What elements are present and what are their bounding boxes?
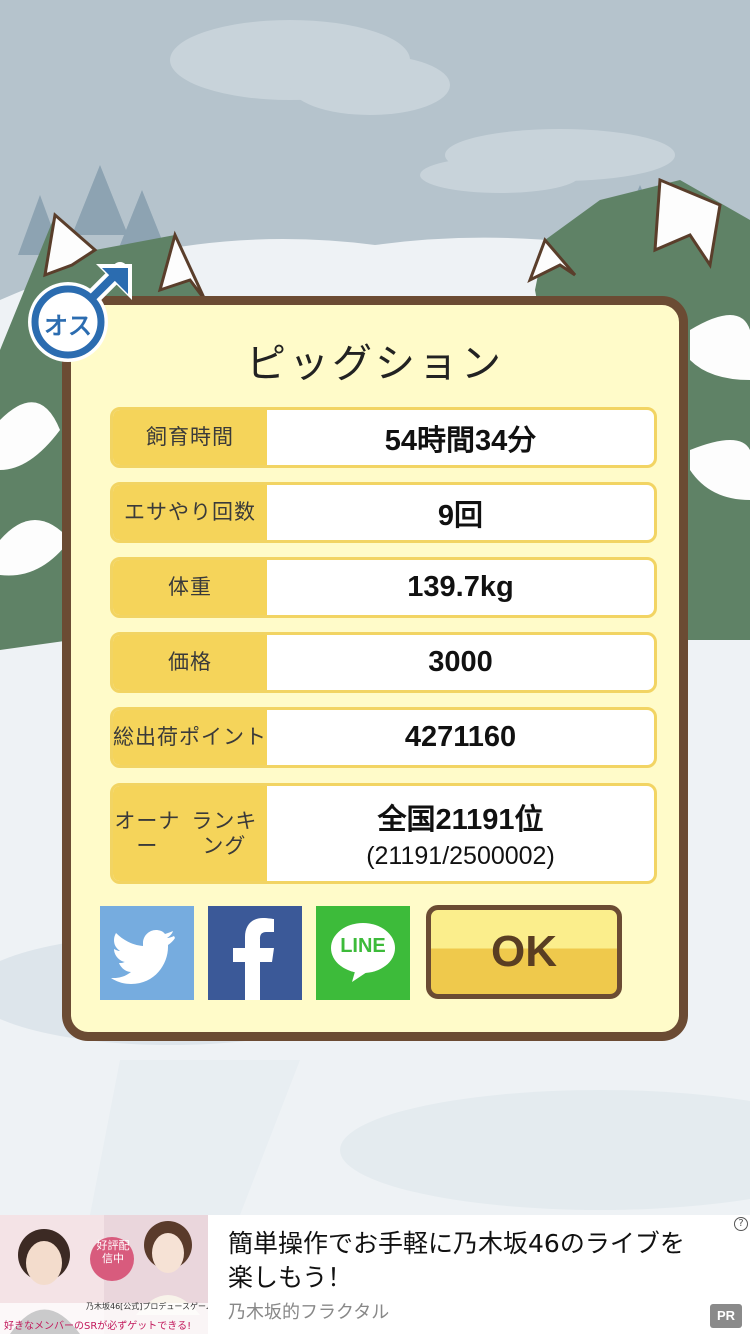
facebook-share-button[interactable] — [208, 906, 302, 1000]
stat-row-breeding-time: 飼育時間 54時間34分 — [110, 407, 657, 468]
ok-label: OK — [491, 927, 557, 976]
stat-label: エサやり回数 — [113, 485, 267, 540]
stat-label-line: ポイント — [179, 725, 267, 749]
ad-image-caption: 乃木坂46[公式]プロデュースゲーム — [86, 1302, 208, 1311]
twitter-bird-icon — [111, 930, 175, 984]
stat-label-line: ランキング — [191, 808, 258, 858]
pig-name: ピッグション — [246, 341, 504, 387]
line-share-button[interactable]: LINE — [316, 906, 410, 1000]
stat-row-price: 価格 3000 — [110, 632, 657, 693]
stat-row-owner-ranking: オーナー ランキング 全国21191位 (21191/2500002) — [110, 783, 657, 884]
ad-image-badge: 好評配信中 — [96, 1239, 130, 1265]
stat-value: 4271160 — [404, 721, 517, 753]
twitter-share-button[interactable] — [100, 906, 194, 1000]
gender-badge: オス — [26, 262, 136, 372]
stat-label: オーナー ランキング — [113, 786, 267, 881]
ranking-position: 全国21191位 — [377, 804, 544, 836]
ad-image[interactable]: 好評配信中 乃木坂46[公式]プロデュースゲーム 好きなメンバーのSRが必ずゲッ… — [0, 1215, 208, 1334]
line-label: LINE — [340, 935, 386, 957]
gender-label: オス — [44, 312, 92, 340]
ok-button[interactable]: OK — [426, 905, 622, 999]
stat-row-feeding-count: エサやり回数 9回 — [110, 482, 657, 543]
facebook-f-icon — [233, 918, 274, 1000]
stat-value: 9回 — [437, 499, 484, 532]
stat-label: 体重 — [113, 560, 267, 615]
ad-headline[interactable]: 簡単操作でお手軽に乃木坂46のライブを楽しもう！ — [228, 1227, 708, 1295]
ad-image-caption: 好きなメンバーのSRが必ずゲットできる! — [4, 1321, 192, 1332]
stat-value: 3000 — [428, 646, 493, 678]
stat-row-weight: 体重 139.7kg — [110, 557, 657, 618]
ad-pr-badge: PR — [710, 1304, 742, 1328]
ad-sponsor: 乃木坂的フラクタル — [228, 1302, 390, 1323]
ad-info-icon[interactable]: ? — [734, 1217, 748, 1231]
stat-row-shipping-points: 総出荷 ポイント 4271160 — [110, 707, 657, 768]
stat-label: 総出荷 ポイント — [113, 710, 267, 765]
stat-value: 139.7kg — [407, 571, 514, 603]
stat-label-line: 総出荷 — [113, 725, 179, 749]
stat-label: 飼育時間 — [113, 410, 267, 465]
ad-banner[interactable]: 好評配信中 乃木坂46[公式]プロデュースゲーム 好きなメンバーのSRが必ずゲッ… — [0, 1215, 750, 1334]
ranking-value: 全国21191位 (21191/2500002) — [267, 786, 654, 881]
stat-label: 価格 — [113, 635, 267, 690]
stat-label-line: オーナー — [114, 808, 181, 858]
ranking-detail: (21191/2500002) — [366, 842, 555, 870]
stat-value: 54時間34分 — [384, 424, 537, 457]
